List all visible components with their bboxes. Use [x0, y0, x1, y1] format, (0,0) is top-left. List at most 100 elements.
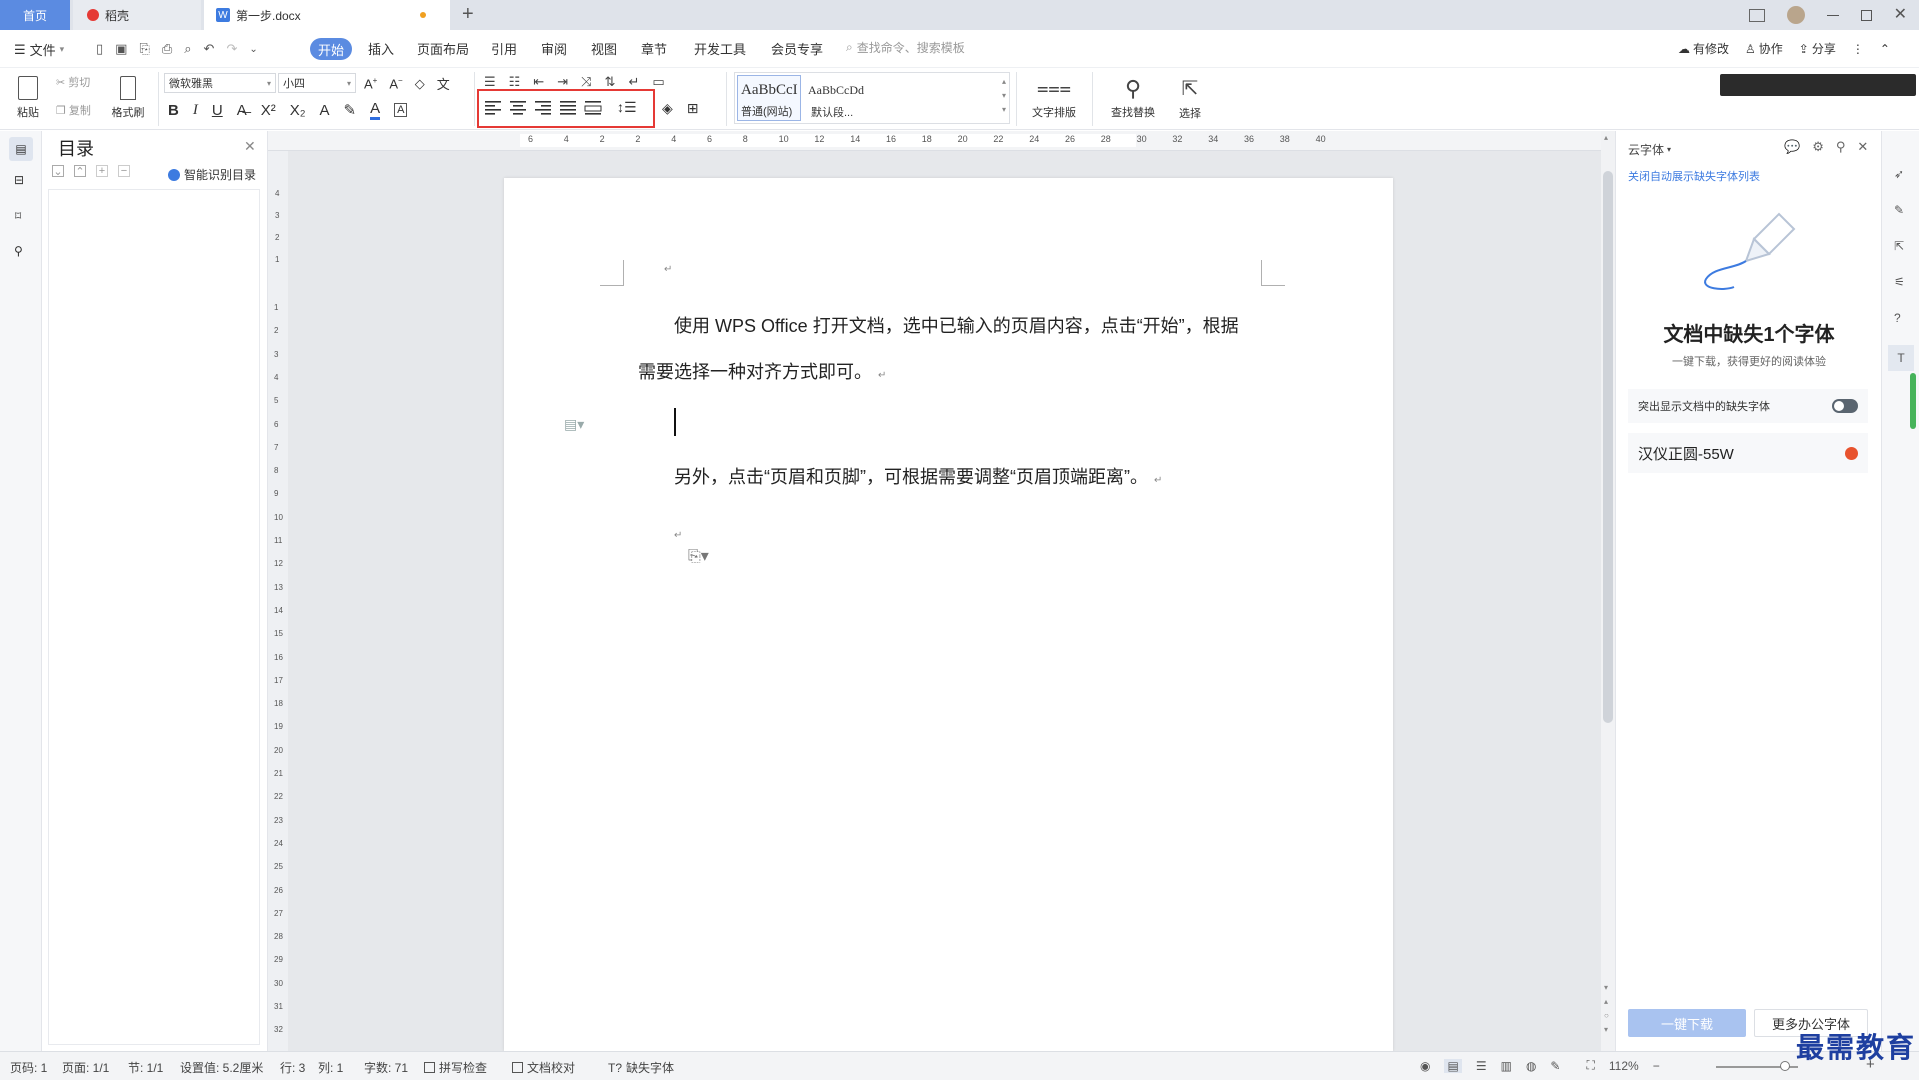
comment-icon[interactable]: 💬 [1784, 139, 1800, 155]
justify-button[interactable] [559, 98, 577, 116]
font-size-select[interactable]: 小四 ▾ [278, 73, 356, 93]
status-words[interactable]: 字数: 71 [364, 1059, 408, 1076]
download-flame-icon[interactable] [1845, 446, 1858, 460]
tab-insert[interactable]: 插入 [368, 39, 394, 58]
missing-font-item[interactable]: 汉仪正圆-55W [1628, 433, 1868, 473]
chapter-nav-icon[interactable]: ⊟ [14, 173, 24, 187]
char-border-icon[interactable]: A [394, 103, 408, 117]
highlight-icon[interactable]: ✎ [344, 101, 357, 119]
styles-scroll-icon[interactable]: ▴ ▾ ▾ [1002, 75, 1006, 117]
customize-icon[interactable]: ⌄ [249, 44, 257, 55]
export-pdf-icon[interactable]: ⎘ [139, 41, 149, 57]
zoom-level[interactable]: 112% [1609, 1059, 1639, 1073]
cloud-font-header[interactable]: 云字体 ▾ [1628, 141, 1671, 158]
superscript-icon[interactable]: X² [261, 102, 276, 119]
revise-button[interactable]: ☁ 有修改 [1678, 40, 1729, 57]
paragraph-1-line-1[interactable]: 使用 WPS Office 打开文档，选中已输入的页眉内容，点击“开始”，根据 [674, 312, 1239, 338]
decrease-indent-icon[interactable]: ⇤ [533, 74, 544, 90]
tab-chapter[interactable]: 章节 [641, 39, 667, 58]
shading-icon[interactable]: ◈ [662, 100, 673, 117]
numbering-icon[interactable]: ☷ [509, 74, 521, 90]
underline-button[interactable]: U [212, 102, 223, 119]
share-button[interactable]: ⇪ 分享 [1799, 40, 1836, 57]
scroll-up-icon[interactable]: ▴ [1604, 133, 1608, 142]
tab-references[interactable]: 引用 [491, 39, 517, 58]
italic-button[interactable]: I [193, 102, 198, 119]
tab-home[interactable]: 首页 [0, 0, 70, 30]
collab-button[interactable]: ♙ 协作 [1745, 40, 1783, 57]
rocket-icon[interactable]: ➶ [1894, 167, 1904, 181]
file-menu[interactable]: ☰ 文件 ▾ [14, 40, 64, 59]
style-default-paragraph[interactable]: AaBbCcDd 默认段... [805, 75, 877, 121]
sliders-icon[interactable]: ⚟ [1894, 275, 1905, 289]
save-icon[interactable]: ▣ [115, 41, 127, 57]
sort-icon[interactable]: ⇅ [605, 74, 616, 90]
add-heading-icon[interactable]: + [96, 165, 108, 177]
print-preview-icon[interactable]: ⌕ [184, 41, 191, 57]
chinese-layout-icon[interactable]: ⤨ [581, 74, 591, 90]
paragraph-1-line-2[interactable]: 需要选择一种对齐方式即可。 ↵ [638, 358, 886, 384]
table-tools-icon[interactable]: ▭ [652, 74, 664, 90]
increase-indent-icon[interactable]: ⇥ [557, 74, 568, 90]
page-nav-icon[interactable]: ▾ ▴ ○ ▾ [1604, 981, 1609, 1037]
pin-icon[interactable]: ⚲ [1836, 139, 1846, 155]
more-icon[interactable]: ⋮ [1852, 42, 1864, 56]
select-button[interactable]: ⇱ 选择 [1168, 70, 1212, 126]
collapse-ribbon-icon[interactable]: ⌃ [1880, 42, 1890, 56]
zoom-slider[interactable] [1716, 1061, 1798, 1071]
one-click-download-button[interactable]: 一键下载 [1628, 1009, 1746, 1037]
tab-member[interactable]: 会员专享 [771, 39, 823, 58]
find-replace-button[interactable]: ⚲ 查找替换 [1102, 70, 1164, 126]
fit-page-icon[interactable]: ⛶ [1586, 1058, 1594, 1073]
tab-view[interactable]: 视图 [591, 39, 617, 58]
collapse-all-icon[interactable]: ⌃ [74, 165, 86, 178]
status-row[interactable]: 行: 3 [280, 1059, 305, 1076]
missing-font-status[interactable]: T? 缺失字体 [608, 1059, 674, 1076]
pinyin-icon[interactable]: 文 [437, 74, 450, 93]
subscript-icon[interactable]: X₂ [290, 102, 306, 119]
search-icon[interactable]: ⚲ [14, 244, 23, 258]
undo-icon[interactable]: ↶ [204, 41, 215, 57]
read-view-icon[interactable]: ▥ [1501, 1059, 1512, 1073]
header-paste-icon[interactable]: ▤▾ [564, 416, 584, 433]
close-auto-show-link[interactable]: 关闭自动展示缺失字体列表 [1628, 168, 1760, 184]
text-effect-icon[interactable]: A [320, 102, 330, 119]
close-icon[interactable]: ✕ [244, 138, 256, 155]
gear-icon[interactable]: ⚙ [1812, 139, 1824, 155]
tab-document[interactable]: W 第一步.docx [204, 0, 450, 30]
expand-all-icon[interactable]: ⌄ [52, 165, 64, 178]
panel-icon[interactable] [1748, 8, 1765, 22]
print-icon[interactable]: ⎙ [162, 41, 172, 57]
document-page[interactable]: ↵ 使用 WPS Office 打开文档，选中已输入的页眉内容，点击“开始”，根… [504, 178, 1393, 1051]
shrink-font-icon[interactable]: A− [389, 76, 402, 91]
toc-panel-icon[interactable]: ▤ [9, 137, 33, 161]
help-icon[interactable]: ? [1894, 311, 1901, 325]
minimize-icon[interactable] [1826, 14, 1839, 16]
spell-check-button[interactable]: 拼写检查 [424, 1059, 487, 1076]
status-pages[interactable]: 页面: 1/1 [62, 1059, 109, 1076]
remove-heading-icon[interactable]: − [118, 165, 130, 177]
strikethrough-icon[interactable]: A̶ [237, 102, 247, 119]
font-color-icon[interactable]: A [370, 100, 381, 120]
copy-button[interactable]: ❐ 复制 [56, 102, 91, 118]
zoom-out-icon[interactable]: − [1653, 1059, 1660, 1073]
tab-developer[interactable]: 开发工具 [694, 39, 746, 58]
align-center-button[interactable] [509, 98, 527, 116]
tab-review[interactable]: 审阅 [541, 39, 567, 58]
status-page[interactable]: 页码: 1 [10, 1059, 47, 1076]
eye-icon[interactable]: ◉ [1420, 1059, 1430, 1073]
clear-format-icon[interactable]: ◇ [415, 76, 425, 92]
cursor-select-icon[interactable]: ⇱ [1894, 239, 1904, 253]
font-panel-icon[interactable]: T [1888, 345, 1914, 371]
style-normal-web[interactable]: AaBbCcI 普通(网站) [737, 75, 801, 121]
zoom-slider-knob[interactable] [1780, 1061, 1790, 1071]
bold-button[interactable]: B [168, 102, 179, 119]
show-marks-icon[interactable]: ↵ [628, 74, 639, 90]
line-spacing-button[interactable]: ↕☰ [617, 99, 637, 116]
text-layout-button[interactable]: ⩶ 文字排版 [1024, 70, 1084, 126]
new-doc-icon[interactable]: ▯ [96, 41, 103, 57]
tab-page-layout[interactable]: 页面布局 [417, 39, 469, 58]
grow-font-icon[interactable]: A+ [364, 76, 377, 91]
paste-options-icon[interactable]: ⎘▾ [688, 546, 709, 566]
bullets-icon[interactable]: ☰ [484, 74, 496, 90]
